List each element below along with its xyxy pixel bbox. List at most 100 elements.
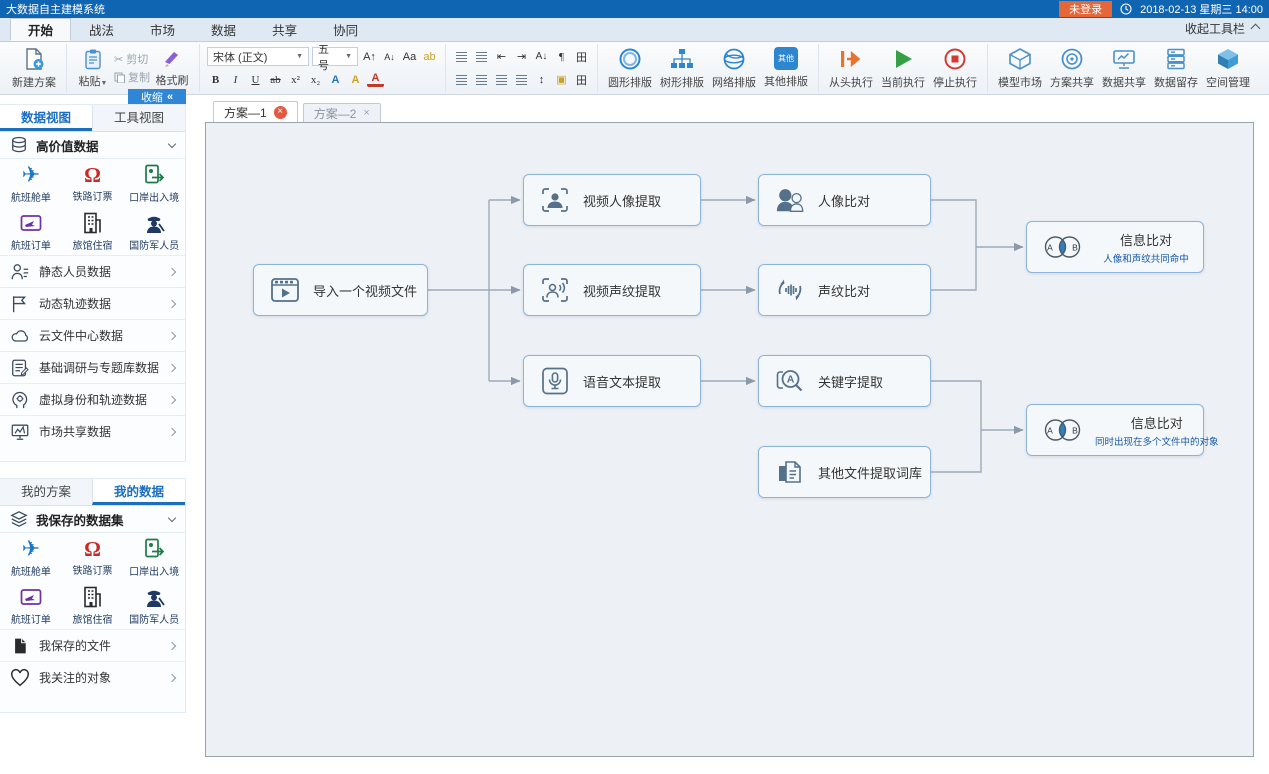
category-market-shared[interactable]: 市场共享数据 <box>0 415 185 447</box>
saved-flight-manifest[interactable]: ✈ 航班舱单 <box>0 533 62 581</box>
shading-button[interactable]: ▣ <box>553 71 570 88</box>
text-effects-button[interactable]: A <box>327 71 344 88</box>
data-retention-button[interactable]: 数据留存 <box>1151 45 1201 92</box>
tab-data-view[interactable]: 数据视图 <box>0 105 92 131</box>
app-title: 大数据自主建模系统 <box>6 1 105 17</box>
tab-start[interactable]: 开始 <box>10 18 71 41</box>
run-current-button[interactable]: 当前执行 <box>878 45 928 92</box>
node-keyword-extract[interactable]: A 关键字提取 <box>758 355 931 407</box>
circle-layout-button[interactable]: 圆形排版 <box>605 45 655 92</box>
other-layout-button[interactable]: 其他 其他排版 <box>761 45 811 92</box>
tab-my-plans[interactable]: 我的方案 <box>0 479 92 505</box>
superscript-button[interactable]: x² <box>287 71 304 88</box>
node-video-voiceprint-extract[interactable]: 视频声纹提取 <box>523 264 701 316</box>
subscript-button[interactable]: x₂ <box>307 71 324 88</box>
format-painter-button[interactable]: 格式刷 <box>152 45 192 92</box>
tab-collab[interactable]: 协同 <box>315 18 376 41</box>
chevron-right-icon <box>168 299 176 307</box>
plan-share-button[interactable]: 方案共享 <box>1047 45 1097 92</box>
tab-tactics[interactable]: 战法 <box>71 18 132 41</box>
bold-button[interactable]: B <box>207 71 224 88</box>
node-other-files-lexicon[interactable]: 其他文件提取词库 <box>758 446 931 498</box>
close-tab-icon[interactable]: × <box>363 107 369 119</box>
space-manage-button[interactable]: 空间管理 <box>1203 45 1253 92</box>
cut-button[interactable]: ✂ 剪切 <box>114 52 150 66</box>
run-from-start-button[interactable]: 从头执行 <box>826 45 876 92</box>
paste-button[interactable]: 粘贴▼ <box>74 45 112 92</box>
video-file-icon <box>270 276 300 304</box>
network-layout-button[interactable]: 网络排版 <box>709 45 759 92</box>
login-status-badge[interactable]: 未登录 <box>1059 1 1112 17</box>
paragraph-mark-button[interactable]: ¶ <box>553 48 570 65</box>
dataset-rail-ticket[interactable]: Ω 铁路订票 <box>62 159 124 207</box>
italic-button[interactable]: I <box>227 71 244 88</box>
text-highlight-color-button[interactable]: A <box>347 71 364 88</box>
category-static-person[interactable]: 静态人员数据 <box>0 255 185 287</box>
font-size-select[interactable]: 五号▼ <box>312 47 358 66</box>
node-info-compare-2[interactable]: A B 信息比对 同时出现在多个文件中的对象 <box>1026 404 1204 456</box>
underline-button[interactable]: U <box>247 71 264 88</box>
doc-tab-plan2[interactable]: 方案—2 × <box>303 103 381 122</box>
saved-rail-ticket[interactable]: Ω 铁路订票 <box>62 533 124 581</box>
copy-button[interactable]: 复制 <box>114 70 150 84</box>
close-tab-icon[interactable]: × <box>274 106 287 119</box>
stop-button[interactable]: 停止执行 <box>930 45 980 92</box>
node-speech-text-extract[interactable]: 语音文本提取 <box>523 355 701 407</box>
node-info-compare-1[interactable]: A B 信息比对 人像和声纹共同命中 <box>1026 221 1204 273</box>
saved-datasets-header[interactable]: 我保存的数据集 <box>0 506 185 533</box>
tab-market[interactable]: 市场 <box>132 18 193 41</box>
table-button[interactable]: 田 <box>573 48 590 65</box>
saved-hotel-stay[interactable]: 旅馆住宿 <box>62 581 124 629</box>
align-right-button[interactable] <box>493 71 510 88</box>
dataset-military-personnel[interactable]: 国防军人员 <box>123 207 185 255</box>
node-voiceprint-compare[interactable]: 声纹比对 <box>758 264 931 316</box>
category-dynamic-track[interactable]: 动态轨迹数据 <box>0 287 185 319</box>
font-family-select[interactable]: 宋体 (正文)▼ <box>207 47 309 66</box>
node-import-video[interactable]: 导入一个视频文件 <box>253 264 428 316</box>
model-market-button[interactable]: 模型市场 <box>995 45 1045 92</box>
tab-share[interactable]: 共享 <box>254 18 315 41</box>
tab-data[interactable]: 数据 <box>193 18 254 41</box>
align-center-button[interactable] <box>473 71 490 88</box>
svg-text:B: B <box>1072 426 1078 436</box>
borders-button[interactable]: 田 <box>573 71 590 88</box>
sidebar-collapse-button[interactable]: 收缩 « <box>128 89 186 105</box>
doc-tab-plan1[interactable]: 方案—1 × <box>213 101 298 122</box>
my-followed-objects[interactable]: 我关注的对象 <box>0 661 185 693</box>
saved-military-personnel[interactable]: 国防军人员 <box>123 581 185 629</box>
dataset-border-entry[interactable]: 口岸出入境 <box>123 159 185 207</box>
saved-border-entry[interactable]: 口岸出入境 <box>123 533 185 581</box>
node-face-compare[interactable]: 人像比对 <box>758 174 931 226</box>
data-share-button[interactable]: 数据共享 <box>1099 45 1149 92</box>
line-spacing-button[interactable]: ↕ <box>533 71 550 88</box>
new-plan-button[interactable]: 新建方案 <box>9 45 59 92</box>
font-color-button[interactable]: A <box>367 73 384 87</box>
my-saved-files[interactable]: 我保存的文件 <box>0 629 185 661</box>
collapse-toolbar-button[interactable]: 收起工具栏 <box>1185 20 1259 41</box>
strikethrough-button[interactable]: ab <box>267 71 284 88</box>
tab-my-data[interactable]: 我的数据 <box>92 479 185 505</box>
category-research-library[interactable]: 基础调研与专题库数据 <box>0 351 185 383</box>
node-video-face-extract[interactable]: 视频人像提取 <box>523 174 701 226</box>
increase-indent-button[interactable]: ⇥ <box>513 48 530 65</box>
saved-flight-order[interactable]: 航班订单 <box>0 581 62 629</box>
category-cloud-files[interactable]: 云文件中心数据 <box>0 319 185 351</box>
high-value-data-header[interactable]: 高价值数据 <box>0 132 185 159</box>
dataset-hotel-stay[interactable]: 旅馆住宿 <box>62 207 124 255</box>
change-case-button[interactable]: Aa <box>401 48 418 65</box>
tab-tool-view[interactable]: 工具视图 <box>92 105 185 131</box>
shrink-font-button[interactable]: A↓ <box>381 48 398 65</box>
flow-canvas[interactable]: 导入一个视频文件 视频人像提取 视频声纹提取 <box>205 122 1254 757</box>
dataset-flight-manifest[interactable]: ✈ 航班舱单 <box>0 159 62 207</box>
sort-button[interactable]: A↓ <box>533 48 550 65</box>
decrease-indent-button[interactable]: ⇤ <box>493 48 510 65</box>
category-virtual-identity[interactable]: 虚拟身份和轨迹数据 <box>0 383 185 415</box>
align-left-button[interactable] <box>453 71 470 88</box>
justify-button[interactable] <box>513 71 530 88</box>
highlight-button[interactable]: ab <box>421 48 438 65</box>
bullet-list-button[interactable] <box>453 48 470 65</box>
grow-font-button[interactable]: A↑ <box>361 48 378 65</box>
tree-layout-button[interactable]: 树形排版 <box>657 45 707 92</box>
dataset-flight-order[interactable]: 航班订单 <box>0 207 62 255</box>
numbered-list-button[interactable] <box>473 48 490 65</box>
